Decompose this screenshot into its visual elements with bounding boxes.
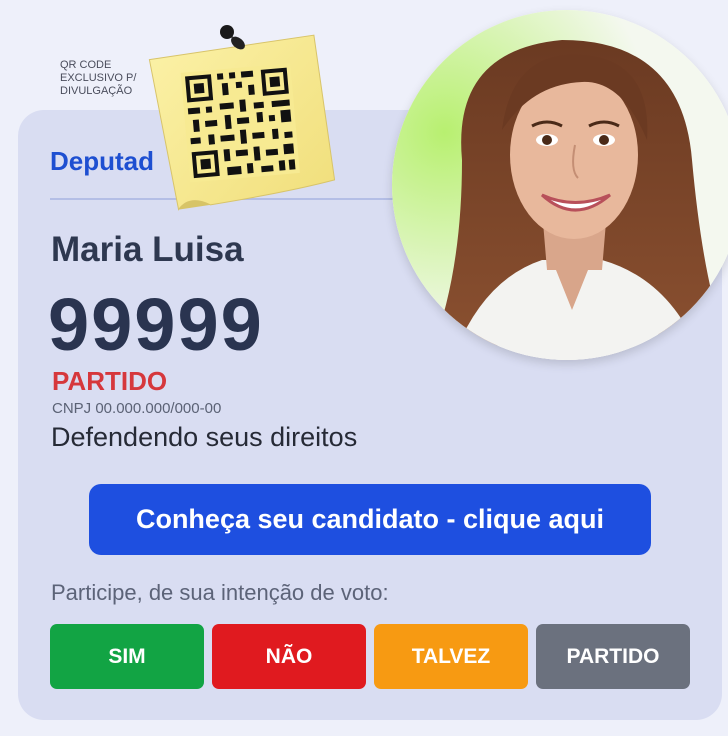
candidate-number: 99999 [48, 283, 264, 366]
office-title: Deputad [50, 146, 154, 176]
vote-prompt: Participe, de sua intenção de voto: [51, 580, 389, 605]
vote-partido-button[interactable]: PARTIDO [536, 624, 690, 689]
candidate-name: Maria Luisa [51, 230, 244, 269]
know-candidate-button[interactable]: Conheça seu candidato - clique aqui [89, 484, 651, 555]
vote-talvez-button[interactable]: TALVEZ [374, 624, 528, 689]
slogan: Defendendo seus direitos [51, 422, 358, 452]
qr-code-icon [180, 63, 300, 183]
cnpj-text: CNPJ 00.000.000/000-00 [52, 400, 222, 417]
qr-sticky-note[interactable] [143, 20, 335, 220]
party-name: PARTIDO [52, 366, 168, 396]
candidate-photo [392, 10, 728, 360]
vote-nao-button[interactable]: NÃO [212, 624, 366, 689]
vote-sim-button[interactable]: SIM [50, 624, 204, 689]
candidate-portrait [392, 10, 728, 360]
